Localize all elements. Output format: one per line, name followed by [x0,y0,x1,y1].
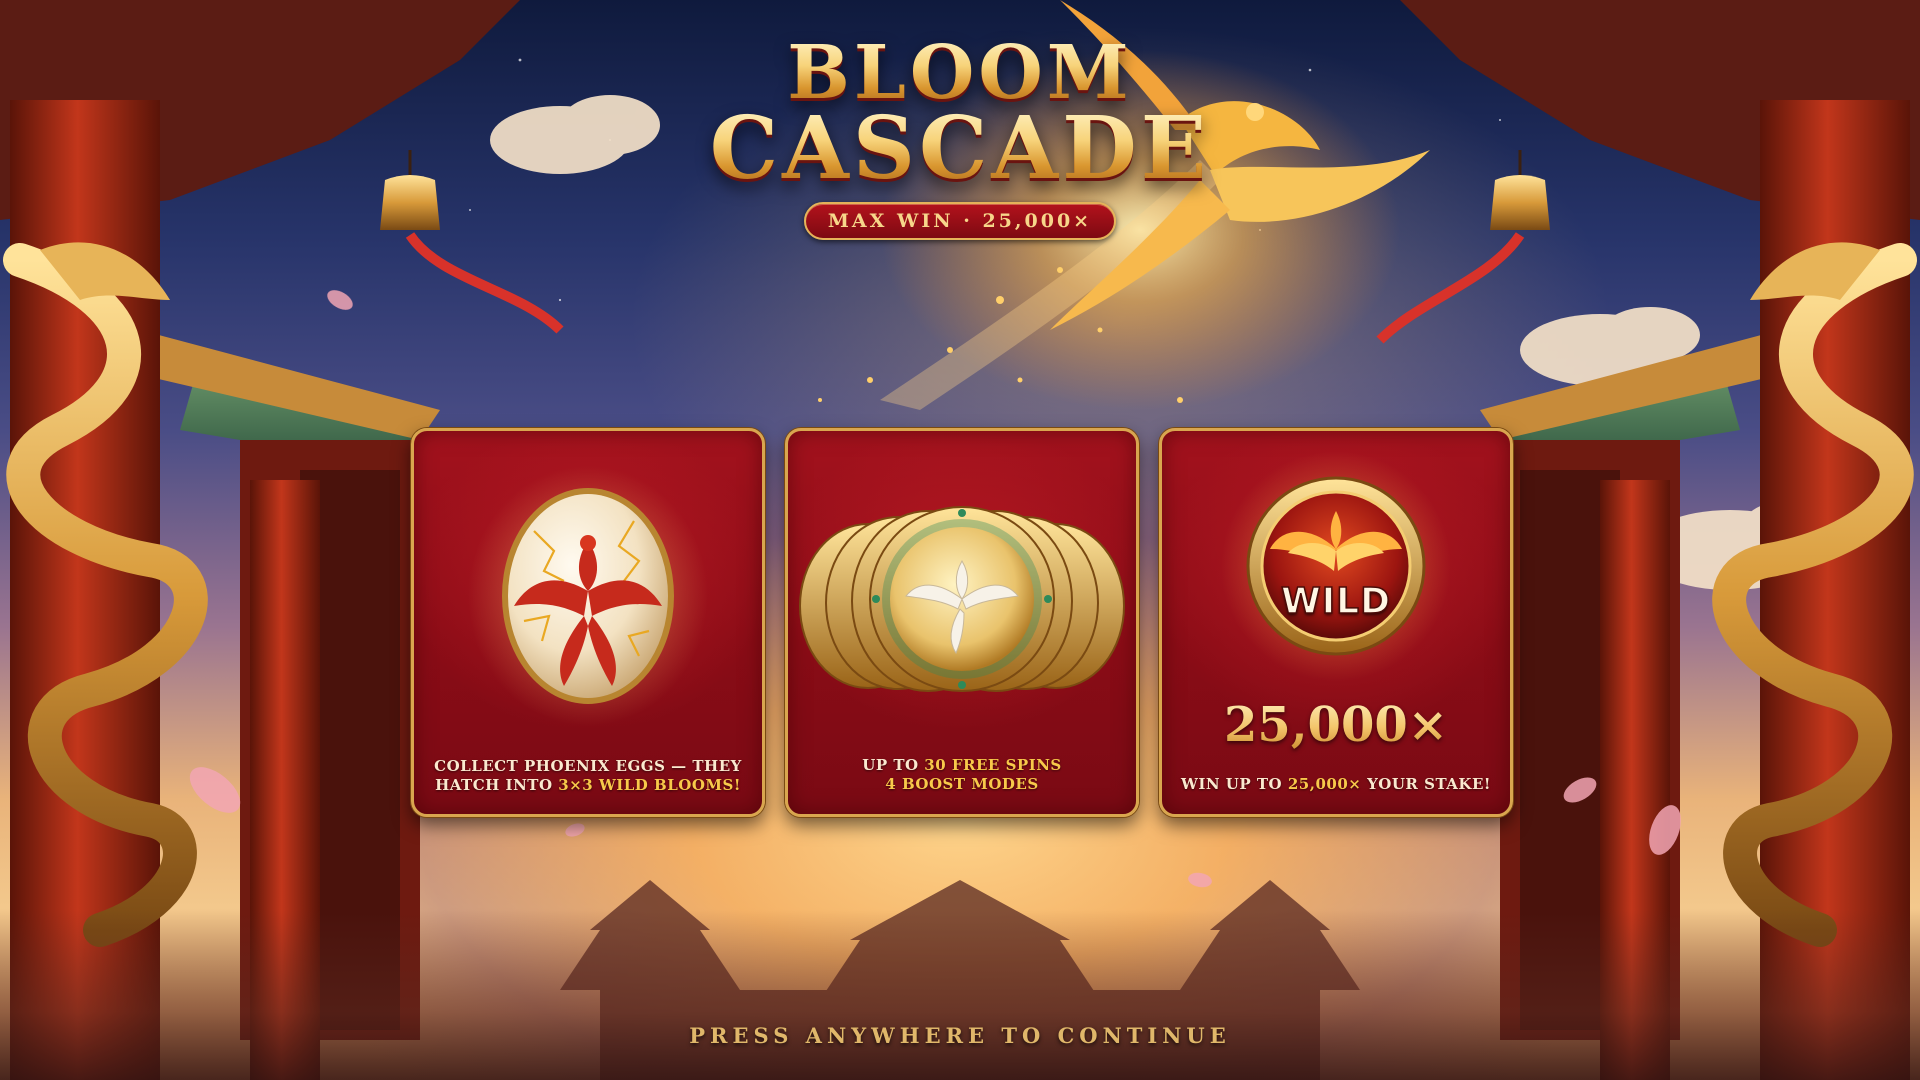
feature-cards: COLLECT PHOENIX EGGS — THEY HATCH INTO 3… [411,428,1513,817]
boost-modes-highlight: 4 BOOST MODES [885,775,1039,793]
feature-card-phoenix-eggs: COLLECT PHOENIX EGGS — THEY HATCH INTO 3… [411,428,765,817]
free-spins-highlight: 30 FREE SPINS [924,756,1062,774]
game-logo: BLOOM CASCADE MAX WIN · 25,000× [700,36,1220,240]
free-spins-line-1: UP TO 30 FREE SPINS [804,756,1120,775]
max-win-description: WIN UP TO 25,000× YOUR STAKE! [1178,775,1494,794]
phoenix-eggs-line-1: COLLECT PHOENIX EGGS — THEY [434,757,742,775]
phoenix-egg-icon [468,466,708,726]
max-win-highlight: 25,000× [1287,775,1362,793]
feature-card-max-win: WILD 25,000× WIN UP TO 25,000× YOUR STAK… [1159,428,1513,817]
max-win-badge: MAX WIN · 25,000× [803,202,1117,240]
continue-prompt[interactable]: PRESS ANYWHERE TO CONTINUE [0,1023,1920,1048]
title-line-2: CASCADE [700,106,1220,192]
game-intro-screen[interactable]: BLOOM CASCADE MAX WIN · 25,000× COLLECT … [0,0,1920,1080]
feature-card-free-spins: UP TO 30 FREE SPINS 4 BOOST MODES [785,428,1139,817]
wild-label: WILD [1280,580,1391,623]
wild-blooms-highlight: 3×3 WILD BLOOMS! [558,776,741,794]
phoenix-eggs-line-2: HATCH INTO 3×3 WILD BLOOMS! [430,776,746,795]
max-win-prefix: WIN UP TO [1181,775,1288,793]
max-win-multiplier: 25,000× [1162,697,1510,753]
free-spins-description: UP TO 30 FREE SPINS 4 BOOST MODES [804,756,1120,794]
free-spins-prefix: UP TO [862,756,925,774]
ground-fade [0,910,1920,1080]
max-win-suffix: YOUR STAKE! [1361,775,1491,793]
phoenix-eggs-description: COLLECT PHOENIX EGGS — THEY HATCH INTO 3… [430,757,746,795]
phoenix-coins-icon [799,506,1125,692]
phoenix-eggs-line-2-prefix: HATCH INTO [435,776,559,794]
